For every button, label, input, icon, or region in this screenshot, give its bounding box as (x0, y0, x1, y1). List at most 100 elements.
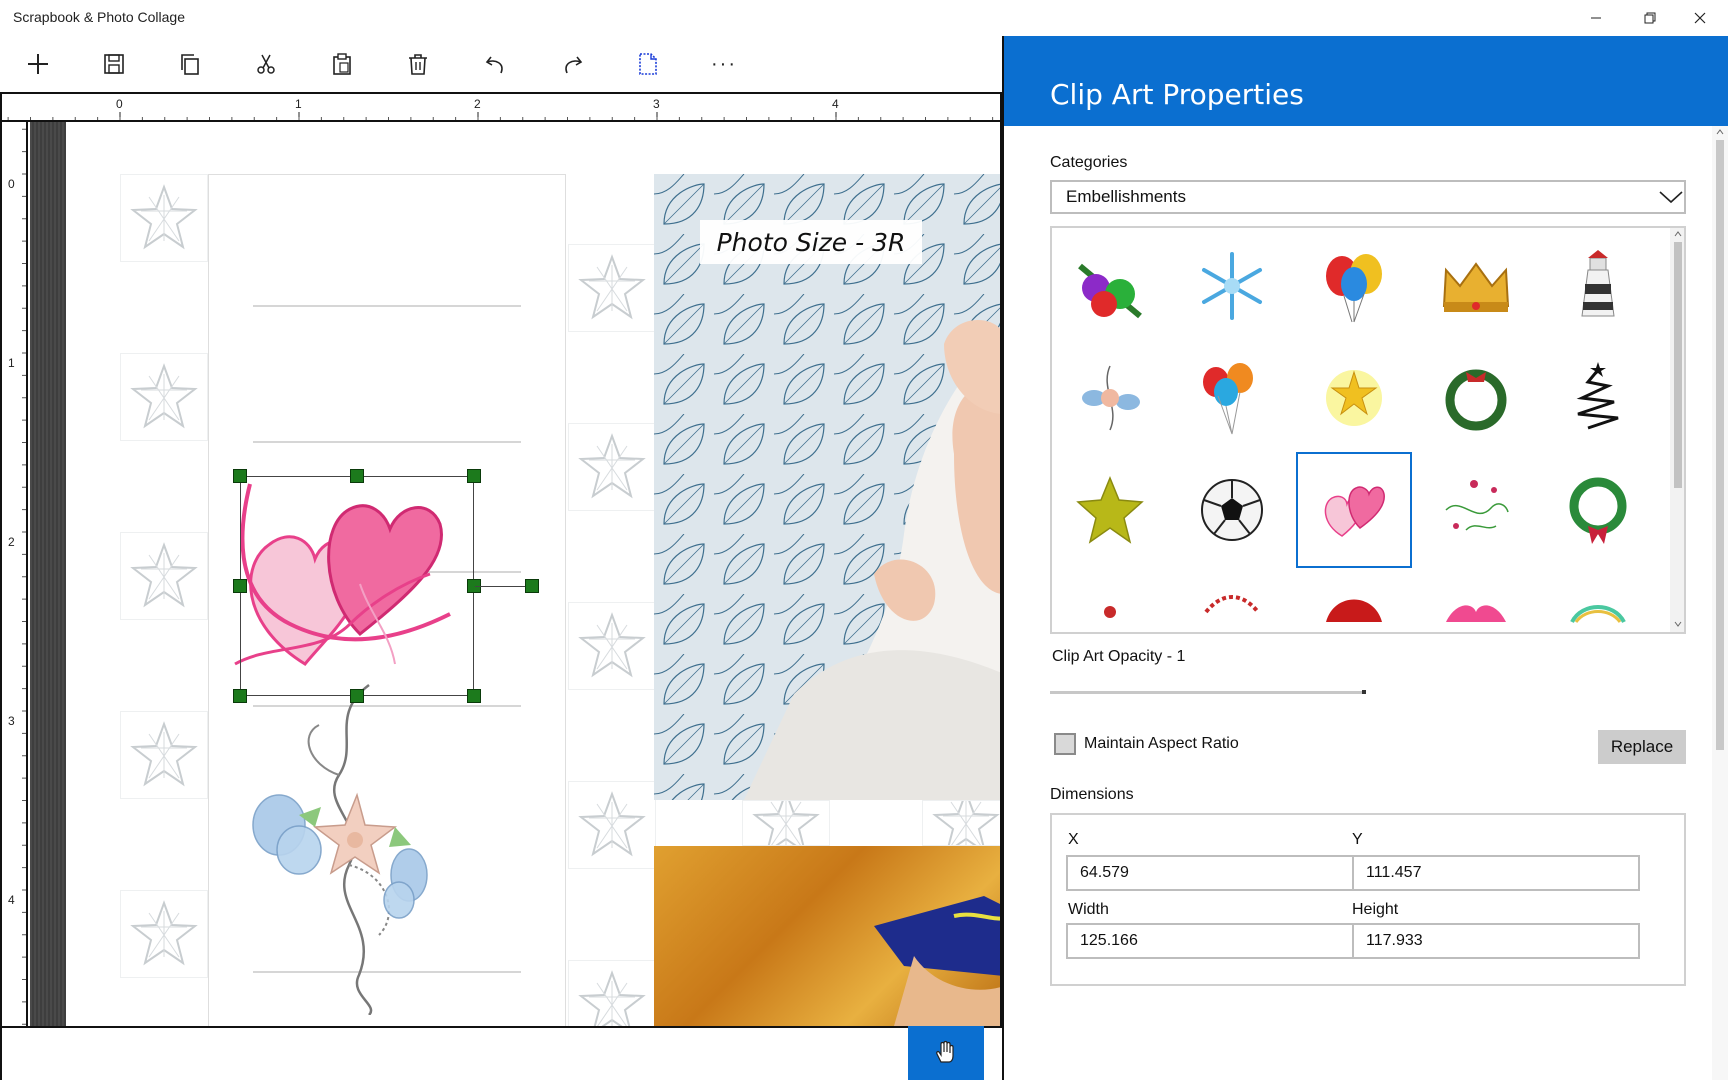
paste-icon (333, 53, 351, 75)
clipart-bow-wreath[interactable] (1540, 452, 1656, 568)
opacity-label: Clip Art Opacity - 1 (1052, 648, 1186, 665)
clipart-partial-4[interactable] (1418, 564, 1534, 632)
pattern-tile (568, 960, 656, 1026)
clipart-stars-burst[interactable] (1296, 340, 1412, 456)
pan-tool-button[interactable] (908, 1026, 984, 1080)
undo-icon (485, 56, 503, 74)
resize-handle-left[interactable] (233, 579, 247, 593)
width-input[interactable]: 125.166 (1066, 923, 1354, 959)
new-button[interactable] (16, 44, 60, 84)
clipart-gold-star[interactable] (1052, 452, 1168, 568)
minimize-icon (1591, 17, 1601, 19)
panel-scroll-thumb[interactable] (1716, 140, 1724, 750)
resize-handle-top-right[interactable] (467, 469, 481, 483)
page-setup-button[interactable] (626, 44, 670, 84)
clipart-balloons[interactable] (1296, 228, 1412, 344)
clipart-partial-2[interactable] (1174, 564, 1290, 632)
clipart-swirl-tree[interactable] (1540, 340, 1656, 456)
selection-box[interactable] (233, 469, 539, 703)
title-bar: Scrapbook & Photo Collage (0, 0, 1728, 36)
pattern-tile (568, 244, 656, 332)
close-button[interactable] (1672, 0, 1728, 36)
opacity-slider[interactable] (1050, 690, 1366, 694)
clipart-soccer-ball[interactable] (1174, 452, 1290, 568)
redo-button[interactable] (550, 44, 594, 84)
scroll-up-icon (1674, 231, 1682, 237)
star-pattern-icon (130, 363, 198, 429)
clipart-ornaments[interactable] (1052, 228, 1168, 344)
delete-icon (409, 54, 427, 75)
delete-button[interactable] (396, 44, 440, 84)
clipart-wreath[interactable] (1418, 340, 1534, 456)
gallery-scrollbar[interactable] (1670, 228, 1684, 632)
height-input[interactable]: 117.933 (1352, 923, 1640, 959)
graduation-photo[interactable] (654, 846, 1000, 1026)
gold-star-icon (1076, 476, 1144, 544)
star-pattern-icon (578, 433, 646, 499)
clipart-hearts[interactable] (1296, 452, 1412, 568)
clipart-partial-3[interactable] (1296, 564, 1412, 632)
gallery-scroll-thumb[interactable] (1674, 242, 1682, 488)
clipart-gallery[interactable] (1050, 226, 1686, 634)
clipart-crown[interactable] (1418, 228, 1534, 344)
resize-handle-top-left[interactable] (233, 469, 247, 483)
hearts-icon (1324, 486, 1385, 537)
clipart-floral-spray[interactable] (1052, 340, 1168, 456)
clipart-lighthouse[interactable] (1540, 228, 1656, 344)
cut-button[interactable] (244, 44, 288, 84)
clip-art-properties-panel: Clip Art Properties Categories Embellish… (1002, 36, 1728, 1080)
undo-button[interactable] (474, 44, 518, 84)
rotate-handle[interactable] (525, 579, 539, 593)
vine-icon (1445, 480, 1509, 531)
copy-button[interactable] (168, 44, 212, 84)
resize-handle-bottom-left[interactable] (233, 689, 247, 703)
categories-label: Categories (1050, 154, 1128, 171)
wreath-icon (1445, 369, 1507, 431)
status-bar (0, 1026, 1002, 1080)
cut-icon (257, 54, 275, 74)
panel-header: Clip Art Properties (1004, 36, 1728, 126)
floral-butterfly-clipart[interactable] (249, 675, 449, 1015)
y-label: Y (1352, 831, 1363, 848)
star-pattern-icon (130, 184, 198, 250)
clipart-partial-5[interactable] (1540, 564, 1656, 632)
swirl-tree-icon (1576, 362, 1619, 430)
resize-handle-top[interactable] (350, 469, 364, 483)
categories-dropdown[interactable]: Embellishments (1050, 180, 1686, 214)
star-pattern-icon (578, 254, 646, 320)
stars-burst-icon (1326, 370, 1382, 426)
soccer-ball-icon (1201, 479, 1263, 541)
panel-scrollbar[interactable] (1712, 126, 1728, 1080)
more-button[interactable]: ··· (702, 44, 746, 84)
minimize-button[interactable] (1568, 0, 1624, 36)
maintain-aspect-checkbox[interactable] (1054, 733, 1076, 755)
replace-button[interactable]: Replace (1598, 730, 1686, 764)
resize-handle-bottom-right[interactable] (467, 689, 481, 703)
y-input[interactable]: 111.457 (1352, 855, 1640, 891)
resize-handle-bottom[interactable] (350, 689, 364, 703)
lighthouse-icon (1581, 250, 1615, 317)
pattern-tile (922, 800, 1000, 846)
clipart-vine[interactable] (1418, 452, 1534, 568)
baby-photo[interactable] (654, 174, 1000, 800)
paste-button[interactable] (320, 44, 364, 84)
photo-size-label: Photo Size - 3R (700, 220, 922, 264)
balloons-icon (1326, 254, 1382, 323)
floral-spray-icon (1082, 365, 1140, 431)
clipart-balloon-bunch[interactable] (1174, 340, 1290, 456)
crown-icon (1442, 262, 1510, 312)
panel-title: Clip Art Properties (1050, 78, 1304, 111)
restore-button[interactable] (1622, 0, 1678, 36)
opacity-slider-thumb[interactable] (1362, 690, 1366, 694)
canvas-area[interactable]: 0 1 2 3 4 0 1 2 3 4 Photo Size - 3R (0, 92, 1002, 1026)
journal-line (253, 441, 521, 443)
save-button[interactable] (92, 44, 136, 84)
hand-cursor-icon (936, 1040, 954, 1063)
star-pattern-icon (932, 801, 1000, 845)
dimensions-group: X 64.579 Y 111.457 Width 125.166 Height … (1050, 813, 1686, 986)
journal-line (253, 305, 521, 307)
clipart-snowflake[interactable] (1174, 228, 1290, 344)
clipart-partial-1[interactable] (1052, 564, 1168, 632)
x-input[interactable]: 64.579 (1066, 855, 1354, 891)
star-pattern-icon (130, 542, 198, 608)
